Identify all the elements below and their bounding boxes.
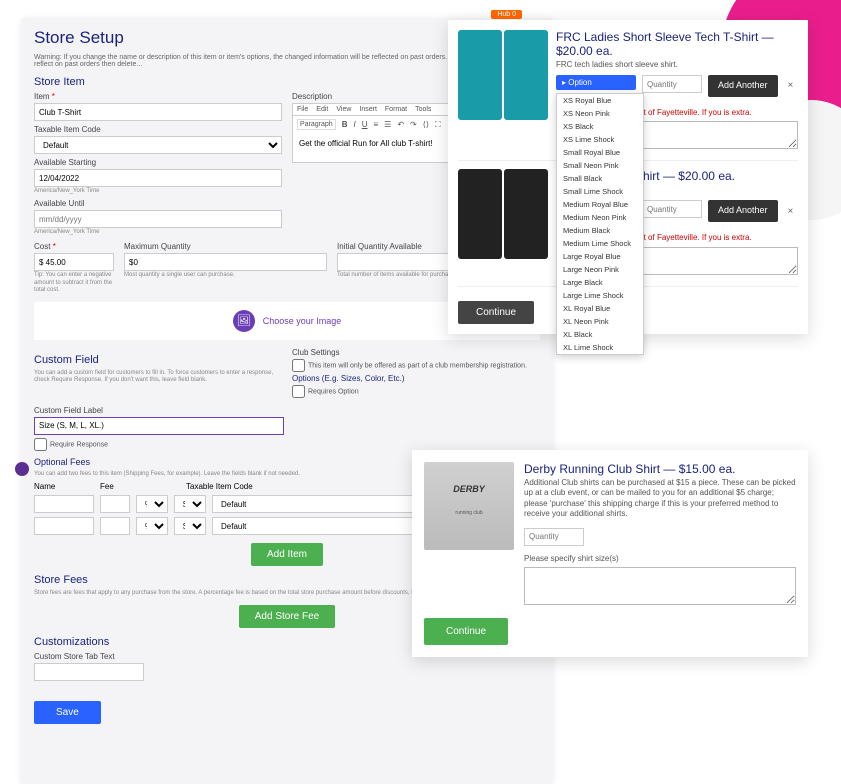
option-item[interactable]: Large Black	[557, 276, 643, 289]
club-settings-label: Club Settings	[292, 348, 540, 357]
fee-name-input-2[interactable]	[34, 517, 94, 535]
custom-field-label-input[interactable]	[34, 417, 284, 435]
option-item[interactable]: Medium Lime Shock	[557, 237, 643, 250]
fee-name-input-1[interactable]	[34, 495, 94, 513]
avail-start-input[interactable]	[34, 169, 282, 187]
add-another-button-2[interactable]: Add Another	[708, 200, 778, 222]
option-item[interactable]: XS Neon Pink	[557, 107, 643, 120]
code-icon[interactable]: ⟨⟩	[423, 120, 429, 129]
club-membership-checkbox[interactable]	[292, 359, 305, 372]
option-item[interactable]: XS Royal Blue	[557, 94, 643, 107]
bold-icon[interactable]: B	[342, 120, 348, 129]
cfl-label: Custom Field Label	[34, 406, 540, 415]
options-label: Options (E.g. Sizes, Color, Etc.)	[292, 374, 540, 383]
option-item[interactable]: Large Neon Pink	[557, 263, 643, 276]
derby-shirt-image: DERBY running club	[424, 462, 514, 550]
derby-continue-button[interactable]: Continue	[424, 618, 508, 645]
option-item[interactable]: XL Lime Shock	[557, 341, 643, 354]
cost-input[interactable]	[34, 253, 114, 271]
quantity-input-2[interactable]	[642, 200, 702, 218]
option-item[interactable]: Small Royal Blue	[557, 146, 643, 159]
option-dropdown-list[interactable]: XS Royal BlueXS Neon PinkXS BlackXS Lime…	[556, 93, 644, 355]
fee-amount-input-2[interactable]	[100, 517, 130, 535]
option-dropdown[interactable]: ▸ Option	[556, 75, 636, 90]
option-item[interactable]: Large Royal Blue	[557, 250, 643, 263]
cost-help: Tip: You can enter a negative amount to …	[34, 272, 114, 294]
expand-icon[interactable]: ⛶	[435, 120, 441, 130]
option-item[interactable]: XL Black	[557, 328, 643, 341]
underline-icon[interactable]: U	[362, 120, 368, 129]
fee-dollar-select-1[interactable]: $	[174, 495, 206, 513]
item-label: Item *	[34, 92, 282, 101]
avail-until-label: Available Until	[34, 199, 282, 208]
save-button[interactable]: Save	[34, 701, 101, 724]
option-item[interactable]: XL Royal Blue	[557, 302, 643, 315]
hub-badge: Hub 0	[491, 10, 522, 19]
avail-until-input[interactable]	[34, 210, 282, 228]
fee-pct-select-2[interactable]: %	[136, 517, 168, 535]
custom-field-help: You can add a custom field for customers…	[34, 370, 282, 384]
product-1: FRC Ladies Short Sleeve Tech T-Shirt — $…	[458, 30, 798, 161]
derby-title: Derby Running Club Shirt — $15.00 ea.	[524, 462, 796, 476]
option-item[interactable]: XS Lime Shock	[557, 133, 643, 146]
timezone-text: America/New_York Time	[34, 188, 282, 195]
fee-amount-input-1[interactable]	[100, 495, 130, 513]
require-response-checkbox[interactable]	[34, 438, 47, 451]
taxcode-label: Taxable Item Code	[34, 125, 282, 134]
option-item[interactable]: Small Neon Pink	[557, 159, 643, 172]
add-another-button-1[interactable]: Add Another	[708, 75, 778, 97]
italic-icon[interactable]: I	[353, 120, 355, 129]
list-icon[interactable]: ☰	[384, 120, 391, 129]
derby-size-textarea[interactable]	[524, 567, 796, 605]
close-icon[interactable]: ×	[788, 80, 794, 91]
option-item[interactable]: Medium Royal Blue	[557, 198, 643, 211]
option-item[interactable]: XL Neon Pink	[557, 315, 643, 328]
custom-field-heading: Custom Field	[34, 354, 282, 366]
continue-button[interactable]: Continue	[458, 301, 534, 324]
item-input[interactable]	[34, 103, 282, 121]
option-item[interactable]: Medium Neon Pink	[557, 211, 643, 224]
maxq-label: Maximum Quantity	[124, 242, 327, 251]
option-item[interactable]: Small Black	[557, 172, 643, 185]
specify-size-label: Please specify shirt size(s)	[524, 554, 796, 563]
derby-shirt-panel: DERBY running club Derby Running Club Sh…	[412, 450, 808, 657]
product-1-desc: FRC tech ladies short sleeve shirt.	[556, 60, 798, 69]
derby-quantity-input[interactable]	[524, 528, 584, 546]
image-icon: 🖼	[233, 310, 255, 332]
product-image-mens	[458, 169, 548, 259]
custom-tab-input[interactable]	[34, 663, 144, 681]
option-item[interactable]: Small Lime Shock	[557, 185, 643, 198]
close-icon-2[interactable]: ×	[788, 206, 794, 217]
product-image-ladies	[458, 30, 548, 120]
add-store-fee-button[interactable]: Add Store Fee	[239, 605, 335, 628]
align-icon[interactable]: ≡	[374, 120, 379, 129]
timezone-text-2: America/New_York Time	[34, 229, 282, 236]
fee-pct-select-1[interactable]: %	[136, 495, 168, 513]
maxq-input[interactable]	[124, 253, 327, 271]
product-1-title: FRC Ladies Short Sleeve Tech T-Shirt — $…	[556, 30, 798, 58]
undo-icon[interactable]: ↶	[397, 120, 404, 129]
add-item-button[interactable]: Add Item	[251, 543, 323, 566]
derby-desc: Additional Club shirts can be purchased …	[524, 478, 796, 520]
option-item[interactable]: Large Lime Shock	[557, 289, 643, 302]
fee-dollar-select-2[interactable]: $	[174, 517, 206, 535]
decorative-dot-purple	[15, 462, 29, 476]
quantity-input-1[interactable]	[642, 75, 702, 93]
taxcode-select[interactable]: Default	[34, 136, 282, 154]
redo-icon[interactable]: ↷	[410, 120, 417, 129]
avail-start-label: Available Starting	[34, 158, 282, 167]
requires-option-checkbox[interactable]	[292, 385, 305, 398]
option-item[interactable]: Medium Black	[557, 224, 643, 237]
option-item[interactable]: XS Black	[557, 120, 643, 133]
cost-label: Cost *	[34, 242, 114, 251]
frc-shirts-panel: FRC Ladies Short Sleeve Tech T-Shirt — $…	[448, 20, 808, 334]
maxq-help: Most quantity a single user can purchase…	[124, 272, 327, 279]
